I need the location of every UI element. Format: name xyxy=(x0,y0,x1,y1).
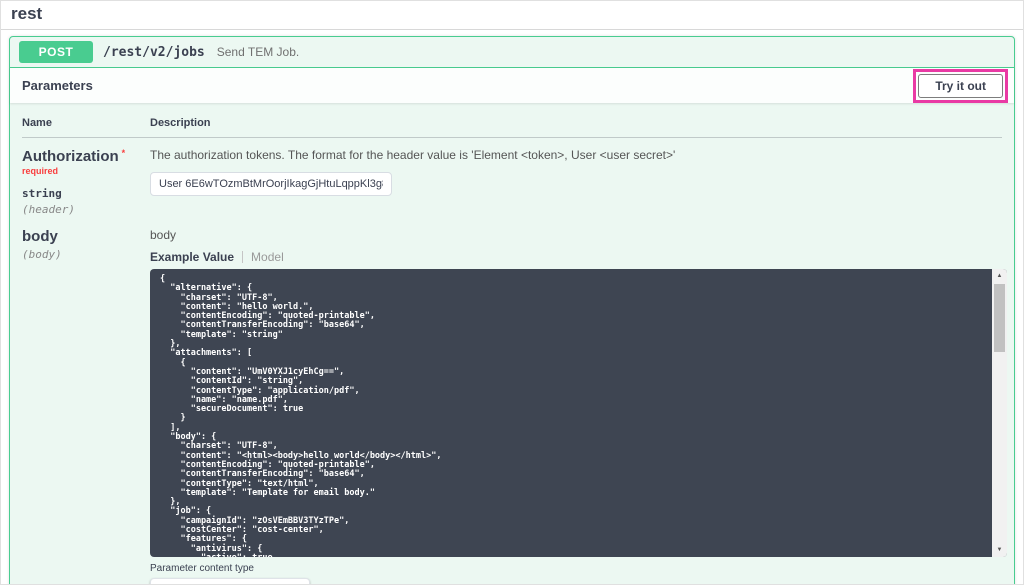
content-type-selected-value: application/json xyxy=(161,582,252,585)
name-column-header: Name xyxy=(22,117,150,129)
authorization-description-cell: The authorization tokens. The format for… xyxy=(150,148,1002,216)
page-title: rest xyxy=(11,4,1023,24)
scrollbar-thumb[interactable] xyxy=(994,284,1005,352)
parameter-row-body: body (body) body Example Value Model { "… xyxy=(22,228,1002,585)
code-scrollbar[interactable]: ▲ ▼ xyxy=(992,269,1007,557)
tab-divider xyxy=(242,251,243,263)
description-column-header: Description xyxy=(150,117,1002,129)
example-value-code-block: { "alternative": { "charset": "UTF-8", "… xyxy=(150,269,1007,557)
authorization-param-name: Authorization xyxy=(22,148,119,165)
endpoint-path: /rest/v2/jobs xyxy=(103,45,205,60)
opblock-summary[interactable]: POST /rest/v2/jobs Send TEM Job. xyxy=(10,37,1014,68)
try-it-out-highlight-box: Try it out xyxy=(913,69,1008,103)
tab-example-value[interactable]: Example Value xyxy=(150,250,234,264)
scroll-up-icon[interactable]: ▲ xyxy=(992,269,1007,283)
body-param-location: (body) xyxy=(22,248,150,261)
parameter-row-authorization: Authorization* required string (header) … xyxy=(22,148,1002,216)
parameters-title: Parameters xyxy=(22,78,93,93)
endpoint-summary: Send TEM Job. xyxy=(217,45,300,59)
method-badge: POST xyxy=(19,41,93,63)
example-json-code: { "alternative": { "charset": "UTF-8", "… xyxy=(150,269,1007,557)
scroll-down-icon[interactable]: ▼ xyxy=(992,543,1007,557)
tab-model[interactable]: Model xyxy=(251,250,284,264)
body-param-name: body xyxy=(22,228,150,245)
authorization-value-input[interactable] xyxy=(150,172,392,196)
body-description: body xyxy=(150,228,1002,242)
opblock-post-jobs: POST /rest/v2/jobs Send TEM Job. Paramet… xyxy=(9,36,1015,585)
authorization-param-type: string xyxy=(22,187,150,200)
authorization-param-location: (header) xyxy=(22,203,150,216)
body-name-cell: body (body) xyxy=(22,228,150,585)
title-divider xyxy=(1,29,1023,30)
authorization-description: The authorization tokens. The format for… xyxy=(150,148,1002,162)
parameters-table-header: Name Description xyxy=(22,103,1002,138)
parameters-table: Name Description Authorization* required… xyxy=(10,103,1014,585)
parameters-section-header: Parameters Try it out xyxy=(10,68,1014,103)
try-it-out-button[interactable]: Try it out xyxy=(918,74,1003,98)
parameter-content-type-label: Parameter content type xyxy=(150,563,1002,574)
body-description-cell: body Example Value Model { "alternative"… xyxy=(150,228,1002,585)
authorization-name-cell: Authorization* required string (header) xyxy=(22,148,150,216)
content-type-select[interactable]: application/json xyxy=(150,578,310,585)
swagger-page: rest POST /rest/v2/jobs Send TEM Job. Pa… xyxy=(0,0,1024,585)
body-editor-tabs: Example Value Model xyxy=(150,250,1002,264)
